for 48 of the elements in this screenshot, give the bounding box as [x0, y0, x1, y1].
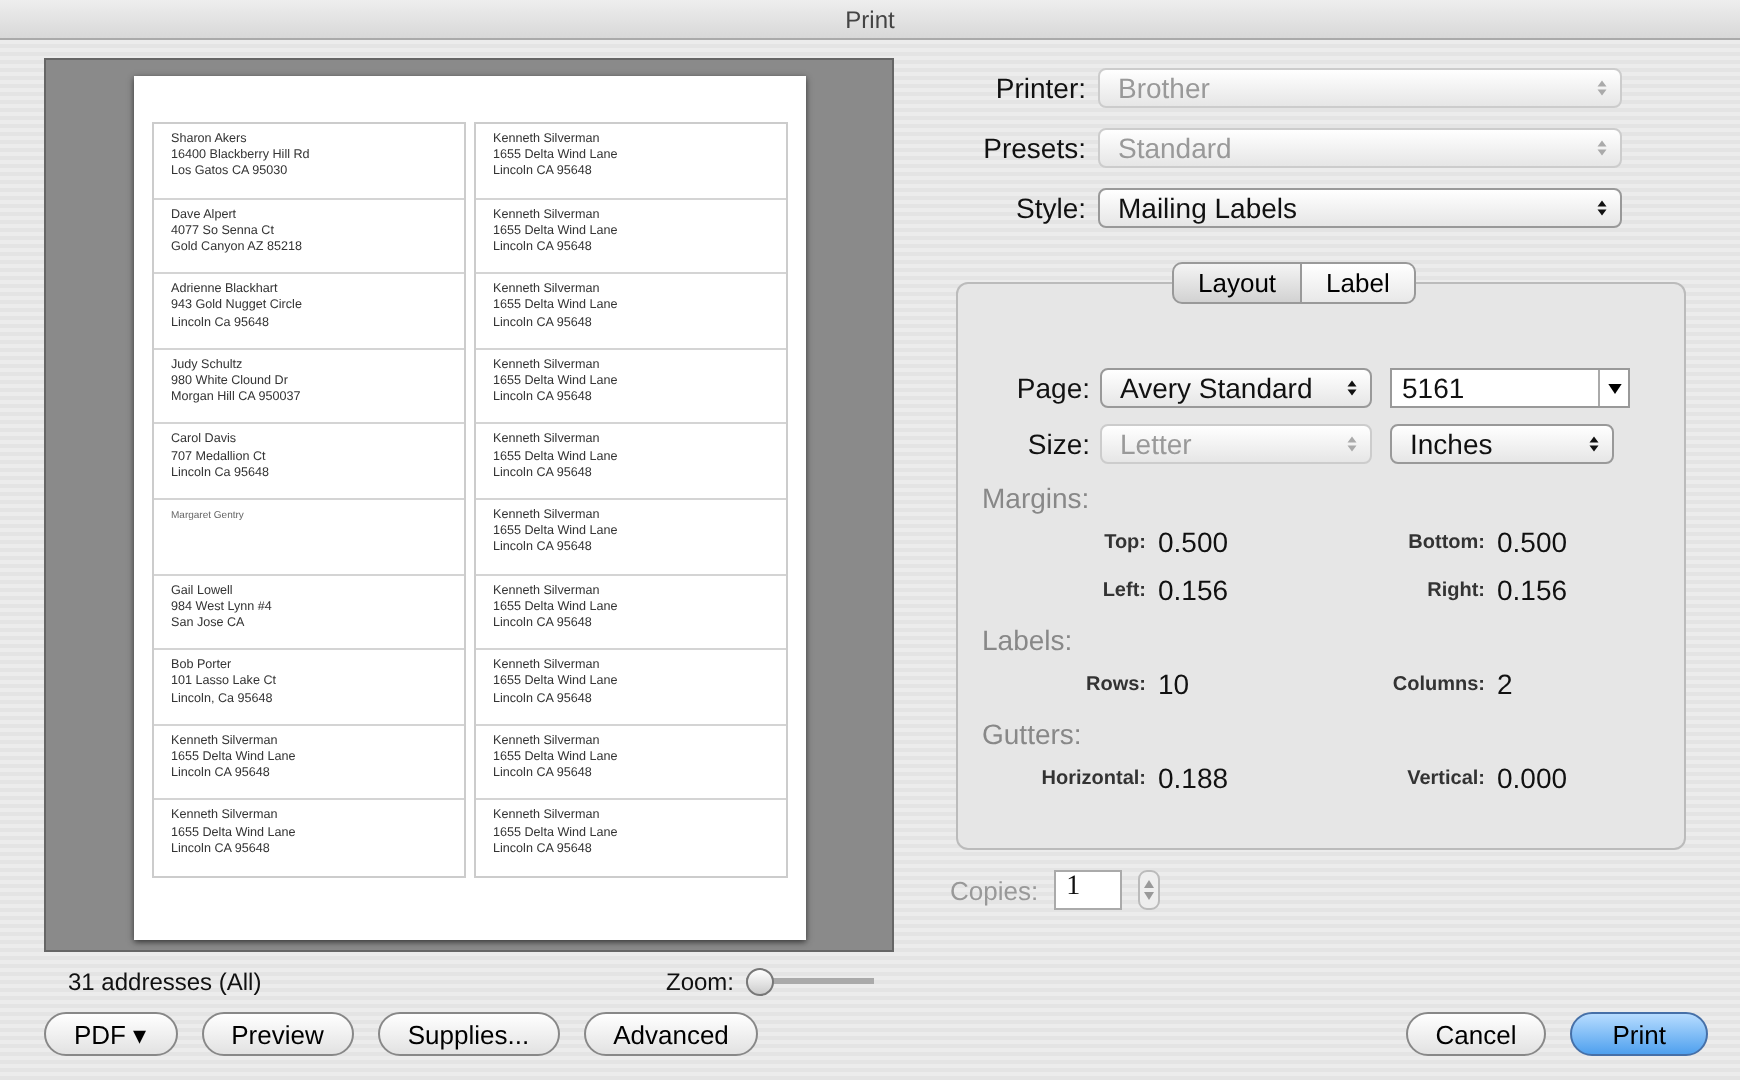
- field-label: Rows:: [1084, 673, 1146, 695]
- popup-menu[interactable]: Avery Standard: [1100, 368, 1372, 408]
- stepper-arrows-icon[interactable]: [1138, 870, 1161, 910]
- stepper-arrows-icon: [1596, 198, 1608, 218]
- action-button[interactable]: Preview: [201, 1012, 354, 1056]
- field-label: Top:: [1102, 531, 1146, 553]
- field-value: 0.500: [1497, 526, 1568, 558]
- field-value: 0.156: [1158, 574, 1229, 606]
- field-value: 10: [1158, 668, 1190, 700]
- field-label: Vertical:: [1405, 767, 1485, 789]
- popup-menu[interactable]: Mailing Labels: [1098, 188, 1622, 228]
- field-value: 0.188: [1158, 762, 1229, 794]
- field-label: Horizontal:: [1039, 767, 1146, 789]
- combo-box[interactable]: 5161: [1390, 368, 1630, 408]
- field-value: 0.156: [1497, 574, 1568, 606]
- stepper-arrows-icon: [1346, 434, 1358, 454]
- field-label: Right:: [1425, 579, 1485, 601]
- dropdown-arrow-icon: [1607, 383, 1621, 393]
- copies-label: Copies:: [950, 875, 1039, 905]
- field-label: Columns:: [1390, 673, 1485, 695]
- group-heading: Margins:: [982, 482, 1092, 514]
- stepper-arrows-icon: [1346, 378, 1358, 398]
- group-heading: Labels:: [982, 624, 1075, 656]
- action-button[interactable]: Supplies...: [377, 1012, 560, 1056]
- setting-label: Presets:: [981, 132, 1086, 164]
- tab[interactable]: Layout: [1172, 262, 1303, 304]
- field-label: Left:: [1100, 579, 1146, 601]
- window-title: Print: [845, 5, 895, 33]
- setting-label: Printer:: [993, 72, 1086, 104]
- action-button[interactable]: Print: [1570, 1012, 1708, 1056]
- field-value: 2: [1497, 668, 1513, 700]
- field-label: Bottom:: [1406, 531, 1485, 553]
- size-label: Size:: [1025, 428, 1090, 460]
- page-label: Page:: [1014, 372, 1090, 404]
- field-value: 0.000: [1497, 762, 1568, 794]
- field-value: 0.500: [1158, 526, 1229, 558]
- action-button[interactable]: Cancel: [1405, 1012, 1547, 1056]
- action-button[interactable]: PDF ▾: [44, 1012, 178, 1056]
- setting-label: Style:: [1013, 192, 1086, 224]
- group-heading: Gutters:: [982, 718, 1084, 750]
- tab[interactable]: Label: [1302, 262, 1416, 304]
- zoom-slider[interactable]: [746, 968, 874, 996]
- zoom-label: Zoom:: [665, 968, 734, 996]
- stepper-arrows-icon: [1596, 78, 1608, 98]
- action-button[interactable]: Advanced: [583, 1012, 759, 1056]
- stepper-arrows-icon: [1588, 434, 1600, 454]
- address-count: 31 addresses (All): [68, 968, 264, 996]
- stepper-arrows-icon: [1596, 138, 1608, 158]
